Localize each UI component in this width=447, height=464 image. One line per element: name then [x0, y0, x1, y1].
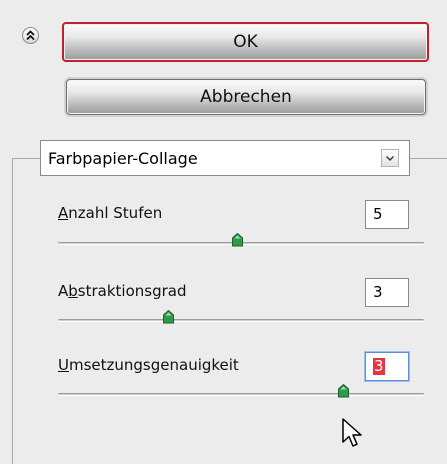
slider-track [58, 393, 424, 396]
slider-thumb[interactable] [162, 310, 174, 324]
umsetzungsgenauigkeit-slider[interactable] [58, 384, 424, 399]
abstraktionsgrad-value: 3 [373, 283, 383, 301]
slider-thumb[interactable] [338, 384, 350, 398]
ok-button[interactable]: OK [62, 22, 429, 62]
mouse-pointer-icon [342, 418, 364, 450]
double-chevron-up-icon[interactable] [22, 27, 39, 44]
abstraktionsgrad-field[interactable]: 3 [365, 278, 409, 307]
group-border-top-left [12, 158, 40, 159]
param-label-anzahl-stufen: Anzahl Stufen [58, 204, 163, 222]
ok-button-label: OK [233, 32, 258, 52]
cancel-button[interactable]: Abbrechen [66, 79, 426, 115]
param-label-abstraktionsgrad: Abstraktionsgrad [58, 282, 187, 300]
umsetzungsgenauigkeit-field[interactable]: 3 [365, 352, 409, 381]
chevron-down-icon[interactable] [381, 149, 399, 167]
filter-options-panel: OK Abbrechen Farbpapier-Collage Anzahl S… [0, 0, 447, 464]
umsetzungsgenauigkeit-value: 3 [373, 357, 385, 375]
slider-track [58, 319, 424, 322]
anzahl-stufen-field[interactable]: 5 [365, 200, 409, 229]
cancel-button-label: Abbrechen [200, 87, 292, 107]
abstraktionsgrad-slider[interactable] [58, 310, 424, 325]
group-border-top-right [410, 158, 447, 159]
filter-select-value: Farbpapier-Collage [48, 149, 198, 168]
anzahl-stufen-value: 5 [373, 205, 383, 223]
param-label-umsetzungsgenauigkeit: Umsetzungsgenauigkeit [58, 356, 239, 374]
group-border-left [12, 158, 13, 464]
slider-thumb[interactable] [232, 233, 244, 247]
anzahl-stufen-slider[interactable] [58, 233, 424, 248]
filter-select[interactable]: Farbpapier-Collage [40, 140, 410, 176]
